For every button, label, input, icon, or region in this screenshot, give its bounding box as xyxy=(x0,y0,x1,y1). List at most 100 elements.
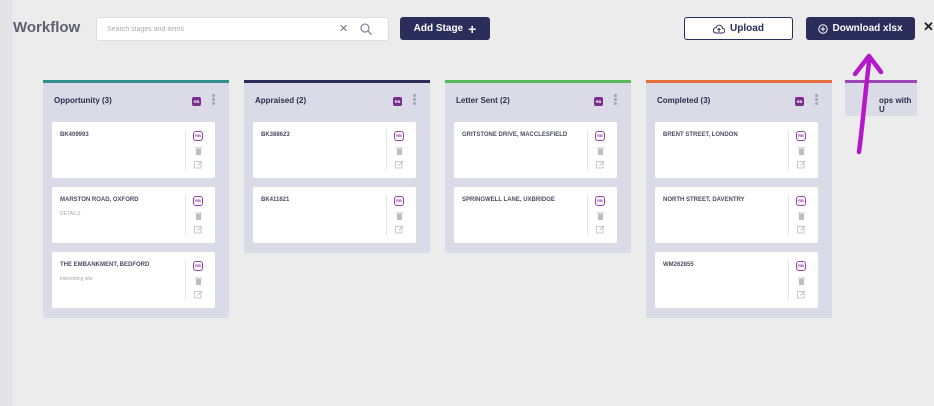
assignee-badge[interactable]: RB xyxy=(594,97,603,106)
column-completed: Completed (3) RB BRENT STREET, LONDON RB… xyxy=(646,80,832,318)
circle-plus-icon xyxy=(818,23,829,34)
trash-icon[interactable] xyxy=(195,212,202,220)
assignee-badge[interactable]: RB xyxy=(595,196,605,206)
card-title: GRITSTONE DRIVE, MACCLESFIELD xyxy=(462,132,568,138)
kebab-menu-icon[interactable] xyxy=(612,93,618,107)
edit-icon[interactable] xyxy=(194,225,203,234)
card-divider xyxy=(185,130,186,170)
trash-icon[interactable] xyxy=(396,212,403,220)
card-title: BK388623 xyxy=(261,132,290,138)
search-icon[interactable] xyxy=(359,22,373,36)
assignee-badge[interactable]: RB xyxy=(193,131,203,141)
stage-card[interactable]: BK411621 RB xyxy=(253,187,416,243)
cloud-upload-icon xyxy=(713,24,726,33)
annotation-arrow-icon xyxy=(852,53,884,155)
add-stage-label: Add Stage xyxy=(413,23,464,34)
download-xlsx-button[interactable]: Download xlsx xyxy=(806,17,915,40)
stage-card[interactable]: BK409993 RB xyxy=(52,122,215,178)
stage-card[interactable]: WM262855 RB xyxy=(655,252,818,308)
assignee-badge[interactable]: RB xyxy=(394,131,404,141)
clear-search-icon[interactable]: ✕ xyxy=(339,22,348,35)
trash-icon[interactable] xyxy=(195,147,202,155)
add-stage-button[interactable]: Add Stage + xyxy=(400,17,490,40)
card-divider xyxy=(587,130,588,170)
trash-icon[interactable] xyxy=(798,212,805,220)
card-title: MARSTON ROAD, OXFORD xyxy=(60,197,139,203)
card-title: SPRINGWELL LANE, UXBRIDGE xyxy=(462,197,555,203)
stage-card[interactable]: MARSTON ROAD, OXFORD DETAILS RB xyxy=(52,187,215,243)
trash-icon[interactable] xyxy=(597,147,604,155)
column-header: Completed (3) RB xyxy=(646,83,832,115)
card-title: BRENT STREET, LONDON xyxy=(663,132,738,138)
workflow-page: Workflow ✕ Add Stage + Upload xyxy=(13,0,934,406)
assignee-badge[interactable]: RB xyxy=(796,261,806,271)
column-title: Letter Sent (2) xyxy=(456,96,510,105)
trash-icon[interactable] xyxy=(798,147,805,155)
edit-icon[interactable] xyxy=(395,160,404,169)
upload-label: Upload xyxy=(730,23,764,34)
edit-icon[interactable] xyxy=(395,225,404,234)
kebab-menu-icon[interactable] xyxy=(210,93,216,107)
card-subtitle: Interesting site xyxy=(60,276,93,282)
column-header: Opportunity (3) RB xyxy=(43,83,229,115)
edit-icon[interactable] xyxy=(797,225,806,234)
edit-icon[interactable] xyxy=(194,290,203,299)
assignee-badge[interactable]: RB xyxy=(192,97,201,106)
stage-card[interactable]: BRENT STREET, LONDON RB xyxy=(655,122,818,178)
trash-icon[interactable] xyxy=(597,212,604,220)
card-divider xyxy=(788,130,789,170)
column-header: Letter Sent (2) RB xyxy=(445,83,631,115)
card-divider xyxy=(587,195,588,235)
card-title: THE EMBANKMENT, BEDFORD xyxy=(60,262,150,268)
card-title: BK411621 xyxy=(261,197,290,203)
trash-icon[interactable] xyxy=(396,147,403,155)
card-divider xyxy=(185,260,186,300)
plus-icon: + xyxy=(468,20,477,37)
card-title: NORTH STREET, DAVENTRY xyxy=(663,197,745,203)
card-subtitle: DETAILS xyxy=(60,211,81,217)
edit-icon[interactable] xyxy=(596,160,605,169)
search-input[interactable] xyxy=(107,22,327,36)
assignee-badge[interactable]: RB xyxy=(595,131,605,141)
edit-icon[interactable] xyxy=(797,160,806,169)
stage-card[interactable]: SPRINGWELL LANE, UXBRIDGE RB xyxy=(454,187,617,243)
edit-icon[interactable] xyxy=(596,225,605,234)
trash-icon[interactable] xyxy=(195,277,202,285)
stage-card[interactable]: BK388623 RB xyxy=(253,122,416,178)
page-title: Workflow xyxy=(13,19,81,36)
column-header: Appraised (2) RB xyxy=(244,83,430,115)
assignee-badge[interactable]: RB xyxy=(796,131,806,141)
stage-card[interactable]: THE EMBANKMENT, BEDFORD Interesting site… xyxy=(52,252,215,308)
assignee-badge[interactable]: RB xyxy=(796,196,806,206)
trash-icon[interactable] xyxy=(798,277,805,285)
column-title: Appraised (2) xyxy=(255,96,307,105)
card-divider xyxy=(386,195,387,235)
left-rail xyxy=(0,0,13,406)
assignee-badge[interactable]: RB xyxy=(394,196,404,206)
card-divider xyxy=(788,195,789,235)
assignee-badge[interactable]: RB xyxy=(795,97,804,106)
kebab-menu-icon[interactable] xyxy=(813,93,819,107)
assignee-badge[interactable]: RB xyxy=(193,196,203,206)
edit-icon[interactable] xyxy=(194,160,203,169)
column-letter-sent: Letter Sent (2) RB GRITSTONE DRIVE, MACC… xyxy=(445,80,631,253)
kebab-menu-icon[interactable] xyxy=(411,93,417,107)
column-opportunity: Opportunity (3) RB BK409993 RB MARSTON R… xyxy=(43,80,229,318)
download-label: Download xlsx xyxy=(832,23,903,34)
upload-button[interactable]: Upload xyxy=(684,17,793,40)
stage-card[interactable]: NORTH STREET, DAVENTRY RB xyxy=(655,187,818,243)
card-divider xyxy=(185,195,186,235)
search-box[interactable]: ✕ xyxy=(96,17,389,41)
column-title: Completed (3) xyxy=(657,96,711,105)
stage-card[interactable]: GRITSTONE DRIVE, MACCLESFIELD RB xyxy=(454,122,617,178)
column-appraised: Appraised (2) RB BK388623 RB BK411621 RB xyxy=(244,80,430,253)
close-icon[interactable]: ✕ xyxy=(923,19,934,35)
card-divider xyxy=(788,260,789,300)
edit-icon[interactable] xyxy=(797,290,806,299)
column-title: Opportunity (3) xyxy=(54,96,112,105)
assignee-badge[interactable]: RB xyxy=(393,97,402,106)
card-divider xyxy=(386,130,387,170)
card-title: BK409993 xyxy=(60,132,89,138)
top-bar: Workflow ✕ Add Stage + Upload xyxy=(13,0,934,52)
assignee-badge[interactable]: RB xyxy=(193,261,203,271)
